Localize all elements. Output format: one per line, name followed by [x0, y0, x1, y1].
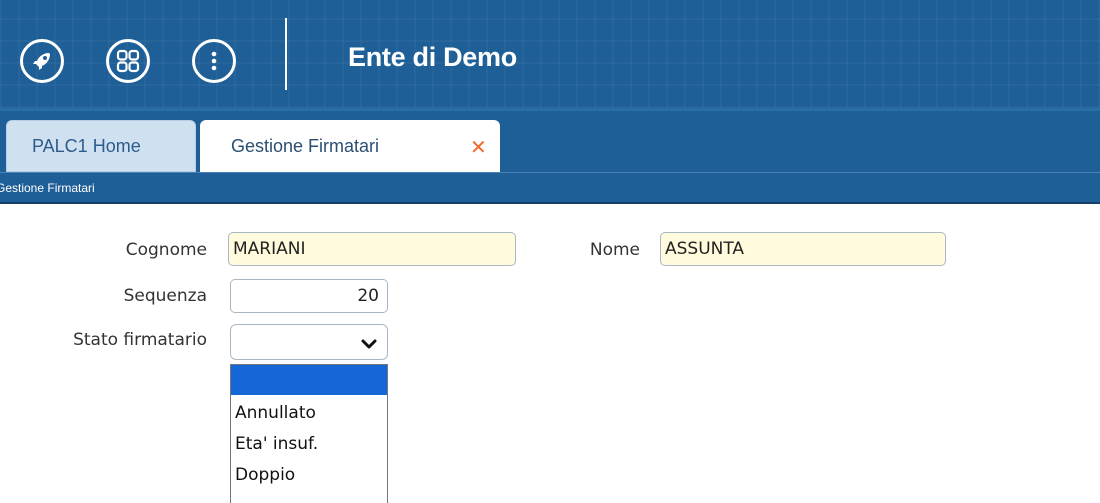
breadcrumb-bar: Gestione Firmatari — [0, 172, 1100, 204]
tab-label: PALC1 Home — [32, 135, 141, 156]
tab-gestione-firmatari[interactable]: Gestione Firmatari ✕ — [200, 120, 500, 172]
chevron-down-icon — [361, 335, 377, 354]
option-annullato[interactable]: Annullato — [231, 399, 387, 430]
cognome-field[interactable]: MARIANI — [228, 232, 516, 266]
sequenza-field[interactable]: 20 — [230, 279, 388, 313]
stato-firmatario-options: Annullato Eta' insuf. Doppio — [230, 364, 388, 503]
sequenza-label: Sequenza — [123, 286, 207, 306]
tab-label: Gestione Firmatari — [231, 135, 380, 156]
header-divider — [285, 18, 287, 90]
apps-button[interactable] — [106, 39, 150, 83]
launcher-button[interactable] — [20, 39, 64, 83]
apps-grid-icon — [116, 49, 140, 73]
nome-field[interactable]: ASSUNTA — [660, 232, 946, 266]
cognome-label: Cognome — [125, 240, 207, 260]
close-tab-icon[interactable]: ✕ — [470, 135, 487, 159]
nome-label: Nome — [589, 240, 640, 260]
app-header: Ente di Demo — [0, 0, 1100, 108]
stato-firmatario-label: Stato firmatario — [73, 330, 207, 350]
option-empty[interactable] — [231, 365, 387, 395]
breadcrumb: Gestione Firmatari — [0, 181, 95, 195]
more-options-button[interactable] — [192, 39, 236, 83]
option-eta-insuf[interactable]: Eta' insuf. — [231, 430, 387, 461]
more-vertical-icon — [202, 49, 226, 73]
app-title: Ente di Demo — [348, 42, 517, 72]
rocket-icon — [30, 49, 54, 73]
option-doppio[interactable]: Doppio — [231, 461, 387, 492]
tab-palc1-home[interactable]: PALC1 Home — [6, 120, 196, 172]
tab-bar: PALC1 Home Gestione Firmatari ✕ — [0, 108, 1100, 172]
stato-firmatario-select[interactable] — [230, 324, 388, 360]
